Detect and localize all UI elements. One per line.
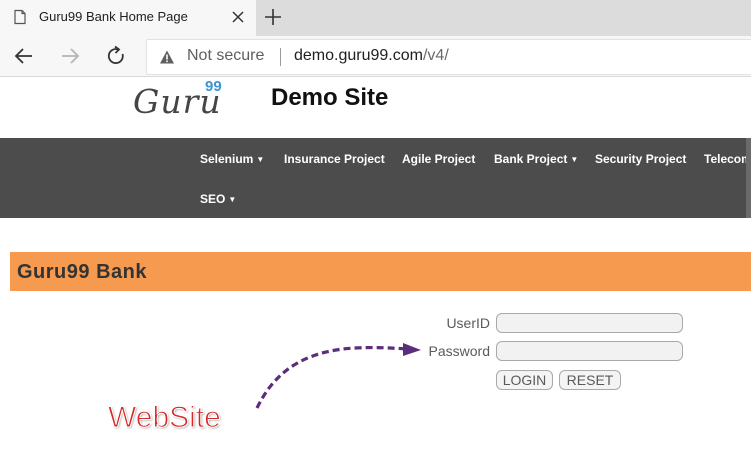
reset-button[interactable]: RESET — [559, 370, 621, 390]
tab-title: Guru99 Bank Home Page — [39, 9, 188, 24]
security-status[interactable]: Not secure — [187, 47, 264, 65]
url-text[interactable]: demo.guru99.com/v4/ — [294, 47, 449, 65]
browser-toolbar: Not secure demo.guru99.com/v4/ — [0, 36, 751, 77]
plus-icon[interactable] — [262, 6, 284, 28]
site-navbar: Selenium ▼ Insurance Project Agile Projec… — [0, 138, 751, 218]
nav-item-insurance-project[interactable]: Insurance Project — [284, 152, 385, 166]
address-divider — [280, 48, 281, 66]
close-icon[interactable] — [230, 9, 246, 25]
url-path: /v4/ — [422, 47, 449, 64]
nav-item-telecom[interactable]: Telecom — [704, 152, 751, 166]
page-title: Demo Site — [271, 84, 389, 111]
nav-item-selenium[interactable]: Selenium ▼ — [200, 152, 264, 166]
userid-label: UserID — [446, 315, 490, 331]
login-button[interactable]: LOGIN — [496, 370, 553, 390]
bank-title: Guru99 Bank — [17, 261, 147, 283]
guru99-logo[interactable]: Guru 99 — [133, 78, 233, 121]
warning-icon[interactable] — [159, 49, 175, 65]
chevron-down-icon: ▼ — [256, 155, 265, 164]
browser-tab[interactable]: Guru99 Bank Home Page — [0, 0, 256, 36]
password-input[interactable] — [496, 341, 683, 361]
address-bar[interactable]: Not secure demo.guru99.com/v4/ — [146, 39, 751, 75]
nav-item-agile-project[interactable]: Agile Project — [402, 152, 475, 166]
tab-strip: Guru99 Bank Home Page — [0, 0, 751, 36]
nav-item-bank-project[interactable]: Bank Project ▼ — [494, 152, 578, 166]
nav-item-label: Bank Project — [494, 152, 568, 166]
page-scroll-edge — [746, 138, 751, 218]
bank-banner: Guru99 Bank — [10, 252, 751, 291]
nav-item-label: SEO — [200, 192, 226, 206]
logo-superscript: 99 — [205, 78, 222, 95]
url-host: demo.guru99.com — [294, 47, 423, 64]
annotation-arrow — [255, 343, 421, 409]
userid-input[interactable] — [496, 313, 683, 333]
chevron-down-icon: ▼ — [228, 195, 237, 204]
forward-arrow-icon[interactable] — [58, 44, 82, 68]
nav-item-seo[interactable]: SEO ▼ — [200, 192, 236, 206]
back-arrow-icon[interactable] — [12, 44, 36, 68]
chevron-down-icon: ▼ — [570, 155, 579, 164]
page-icon — [14, 9, 26, 25]
website-annotation: WebSite — [108, 401, 222, 435]
nav-item-label: Selenium — [200, 152, 254, 166]
reload-icon[interactable] — [104, 44, 128, 68]
nav-item-security-project[interactable]: Security Project — [595, 152, 686, 166]
